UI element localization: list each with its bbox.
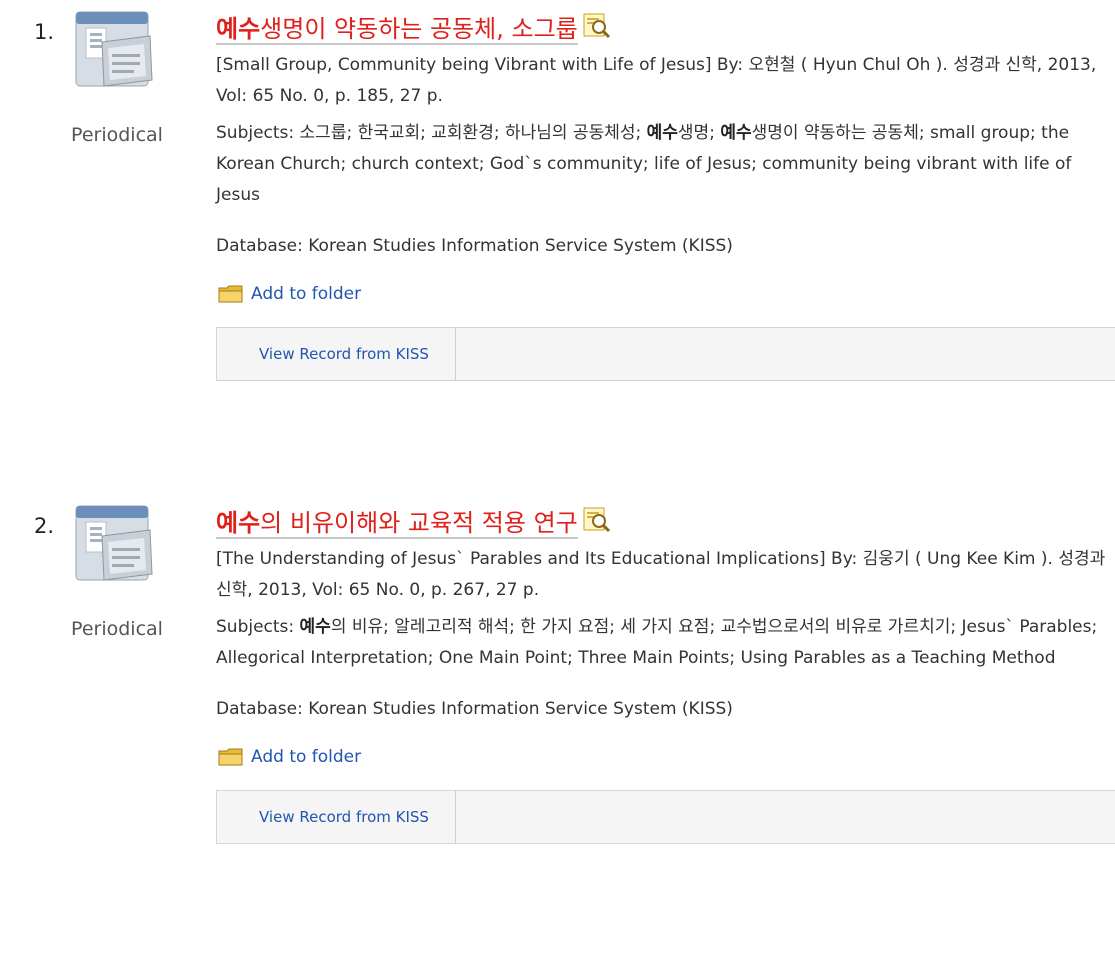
magnifier-preview-icon[interactable] [581, 12, 611, 40]
title-highlight: 예수 [216, 508, 261, 537]
subject-highlight: 예수 [299, 617, 331, 637]
citation-text: [The Understanding of Jesus` Parables an… [216, 549, 1106, 600]
result-item: 1. Periodical 예수생명이 약동하는 공동체, 소그룹 [Small… [0, 0, 1115, 460]
folder-icon[interactable] [218, 284, 244, 304]
folder-icon[interactable] [218, 747, 244, 767]
add-to-folder-row[interactable]: Add to folder [216, 744, 1115, 770]
view-record-link[interactable]: View Record from KISS [217, 327, 456, 381]
view-record-bar: View Record from KISS [216, 790, 1115, 844]
add-to-folder-link[interactable]: Add to folder [251, 747, 361, 767]
database-label: Database: Korean Studies Information Ser… [216, 699, 733, 719]
result-type: Periodical [71, 124, 163, 146]
title-text: 생명이 약동하는 공동체, 소그룹 [260, 14, 578, 43]
periodical-icon[interactable] [72, 500, 156, 584]
result-content: 예수생명이 약동하는 공동체, 소그룹 [Small Group, Commun… [216, 6, 1115, 381]
result-title-link[interactable]: 예수의 비유이해와 교육적 적용 연구 [216, 503, 578, 538]
title-row: 예수의 비유이해와 교육적 적용 연구 [216, 500, 1115, 540]
subject-highlight: 예수 [646, 123, 678, 143]
result-title-link[interactable]: 예수생명이 약동하는 공동체, 소그룹 [216, 9, 578, 44]
result-content: 예수의 비유이해와 교육적 적용 연구 [The Understanding o… [216, 500, 1115, 844]
database-label: Database: Korean Studies Information Ser… [216, 236, 733, 256]
subject-highlight: 예수 [720, 123, 752, 143]
subjects-rest: 의 비유; 알레고리적 해석; 한 가지 요점; 세 가지 요점; 교수법으로서… [216, 617, 1098, 668]
subjects-prefix: Subjects: 소그룹; 한국교회; 교회환경; 하나님의 공동체성; [216, 123, 647, 143]
periodical-icon[interactable] [72, 6, 156, 90]
add-to-folder-link[interactable]: Add to folder [251, 284, 361, 304]
magnifier-preview-icon[interactable] [581, 506, 611, 534]
add-to-folder-row[interactable]: Add to folder [216, 281, 1115, 307]
view-record-bar: View Record from KISS [216, 327, 1115, 381]
result-number: 1. [34, 20, 55, 44]
title-text: 의 비유이해와 교육적 적용 연구 [260, 508, 578, 537]
view-record-link[interactable]: View Record from KISS [217, 790, 456, 844]
subjects-text: Subjects: 소그룹; 한국교회; 교회환경; 하나님의 공동체성; 예수… [216, 118, 1111, 211]
result-number: 2. [34, 514, 55, 538]
results-list: 1. Periodical 예수생명이 약동하는 공동체, 소그룹 [Small… [0, 0, 1115, 933]
citation-text: [Small Group, Community being Vibrant wi… [216, 55, 1097, 106]
subjects-text: Subjects: 예수의 비유; 알레고리적 해석; 한 가지 요점; 세 가… [216, 612, 1111, 674]
result-type: Periodical [71, 618, 163, 640]
title-row: 예수생명이 약동하는 공동체, 소그룹 [216, 6, 1115, 46]
title-highlight: 예수 [216, 14, 261, 43]
result-item: 2. Periodical 예수의 비유이해와 교육적 적용 연구 [The U… [0, 494, 1115, 954]
subjects-prefix: Subjects: [216, 617, 300, 637]
subjects-part: 생명; [677, 123, 721, 143]
